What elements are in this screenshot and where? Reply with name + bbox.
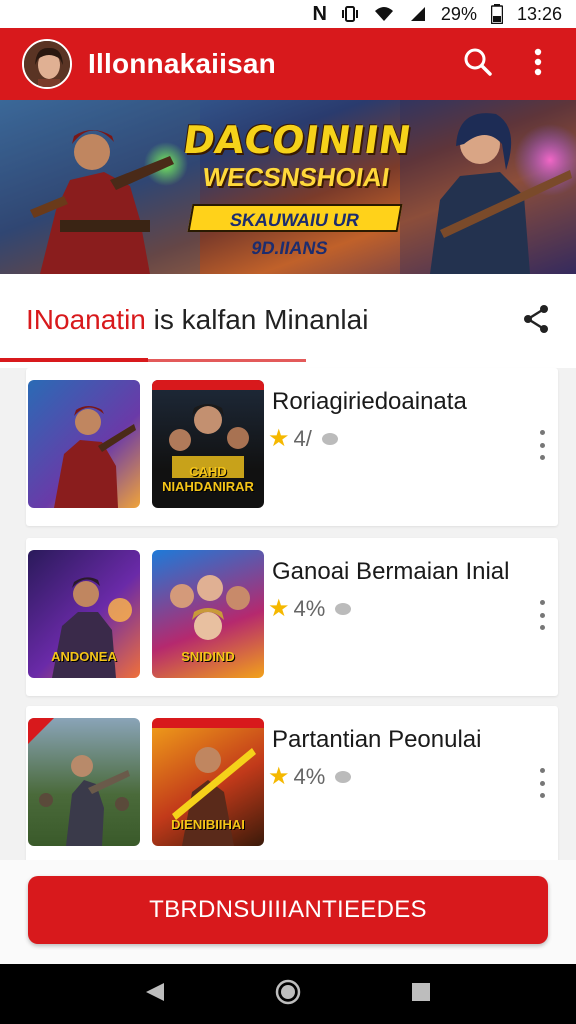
list-item[interactable]: DIENIBIIHAI Partantian Peonulai ★ 4%: [26, 706, 558, 864]
thumbnail-caption: CAHD NIAHDANIRAR: [162, 464, 254, 494]
game-thumbnail[interactable]: [28, 718, 140, 846]
tab-indicator-active: [0, 358, 148, 362]
more-vert-icon: [534, 48, 542, 81]
thumbnail-caption: DIENIBIIHAI: [171, 817, 245, 832]
network-indicator: N: [312, 2, 327, 25]
more-dot: [539, 455, 545, 460]
battery-icon: [490, 4, 503, 24]
more-dot: [539, 625, 545, 630]
banner-title-line-2: WECSNSHOIAI: [200, 162, 392, 192]
comment-icon: [335, 770, 352, 783]
more-dot: [539, 780, 545, 786]
wifi-icon: [373, 5, 395, 23]
game-thumbnail[interactable]: CAHD NIAHDANIRAR: [152, 380, 264, 508]
game-thumbnail[interactable]: DIENIBIIHAI: [152, 718, 264, 846]
banner-title: DACOINIIN WECSNSHOIAI SKAUWAIU UR 9D.IIA…: [180, 118, 414, 258]
game-title[interactable]: Partantian Peonulai: [272, 726, 481, 754]
game-title[interactable]: Roriagiriedoainata: [272, 388, 467, 416]
battle-thumbnail-art: [28, 718, 130, 846]
game-thumbnail[interactable]: [28, 380, 140, 508]
thumbnail-caption: SNIDIND: [181, 649, 235, 664]
star-icon: ★: [268, 425, 290, 452]
section-header: INoanatin is kalfan Minanlai: [0, 274, 576, 368]
search-button[interactable]: [458, 44, 498, 84]
comment-icon: [335, 602, 352, 615]
home-icon[interactable]: [275, 979, 301, 1010]
game-thumbnail[interactable]: SNIDIND: [152, 550, 264, 678]
app-title: Illonnakaiisan: [88, 48, 276, 79]
thumbnail-caption: ANDONEA: [51, 649, 117, 664]
recents-icon[interactable]: [410, 981, 432, 1008]
banner-title-line-1: DACOINIIN: [180, 118, 414, 162]
star-icon: ★: [268, 595, 290, 622]
more-dot: [539, 442, 545, 448]
item-more-button[interactable]: [532, 600, 552, 630]
share-icon: [522, 305, 550, 338]
section-title: INoanatin is kalfan Minanlai: [26, 304, 368, 336]
rating-row: ★ 4/: [268, 424, 338, 453]
banner-tagline: SKAUWAIU UR 9D.IIANS: [187, 204, 403, 258]
star-icon: ★: [268, 763, 290, 790]
share-button[interactable]: [522, 304, 554, 336]
clock: 13:26: [516, 3, 562, 24]
overflow-menu-button[interactable]: [518, 44, 558, 84]
list-item[interactable]: CAHD NIAHDANIRAR Roriagiriedoainata ★ 4/: [26, 368, 558, 526]
rating-value: 4/: [293, 425, 312, 451]
item-more-button[interactable]: [532, 430, 552, 460]
tab-indicator-secondary: [148, 359, 306, 362]
more-vert-icon: [539, 768, 545, 773]
section-title-rest: is kalfan Minanlai: [153, 304, 369, 335]
rating-row: ★ 4%: [268, 594, 352, 623]
comment-icon: [321, 432, 338, 445]
warrior-thumbnail-art: [54, 406, 136, 508]
vibrate-icon: [341, 5, 359, 23]
app-bar: Illonnakaiisan: [0, 28, 576, 100]
signal-icon: [409, 5, 427, 23]
back-icon[interactable]: [144, 981, 166, 1008]
more-dot: [539, 793, 545, 798]
primary-action-button[interactable]: TBRDNSUIIIANTIEEDES: [28, 876, 548, 944]
status-bar: N 29% 13:26: [0, 0, 576, 28]
more-vert-icon: [539, 430, 545, 435]
section-title-accent[interactable]: INoanatin: [26, 304, 146, 335]
warrior-right-illustration: [400, 100, 576, 274]
list-item[interactable]: ANDONEA SNIDIND Ganoai Bermaian Inial ★ …: [26, 538, 558, 696]
search-icon: [463, 47, 493, 82]
rating-row: ★ 4%: [268, 762, 352, 791]
game-thumbnail[interactable]: ANDONEA: [28, 550, 140, 678]
system-nav-bar: [0, 964, 576, 1024]
promo-banner[interactable]: DACOINIIN WECSNSHOIAI SKAUWAIU UR 9D.IIA…: [0, 100, 576, 274]
battery-percent: 29%: [440, 3, 477, 24]
avatar[interactable]: [22, 39, 72, 89]
more-dot: [539, 612, 545, 618]
game-title[interactable]: Ganoai Bermaian Inial: [272, 558, 509, 586]
rating-value: 4%: [293, 595, 326, 621]
more-vert-icon: [539, 600, 545, 605]
rating-value: 4%: [293, 763, 326, 789]
item-more-button[interactable]: [532, 768, 552, 798]
warrior-left-illustration: [0, 100, 200, 274]
